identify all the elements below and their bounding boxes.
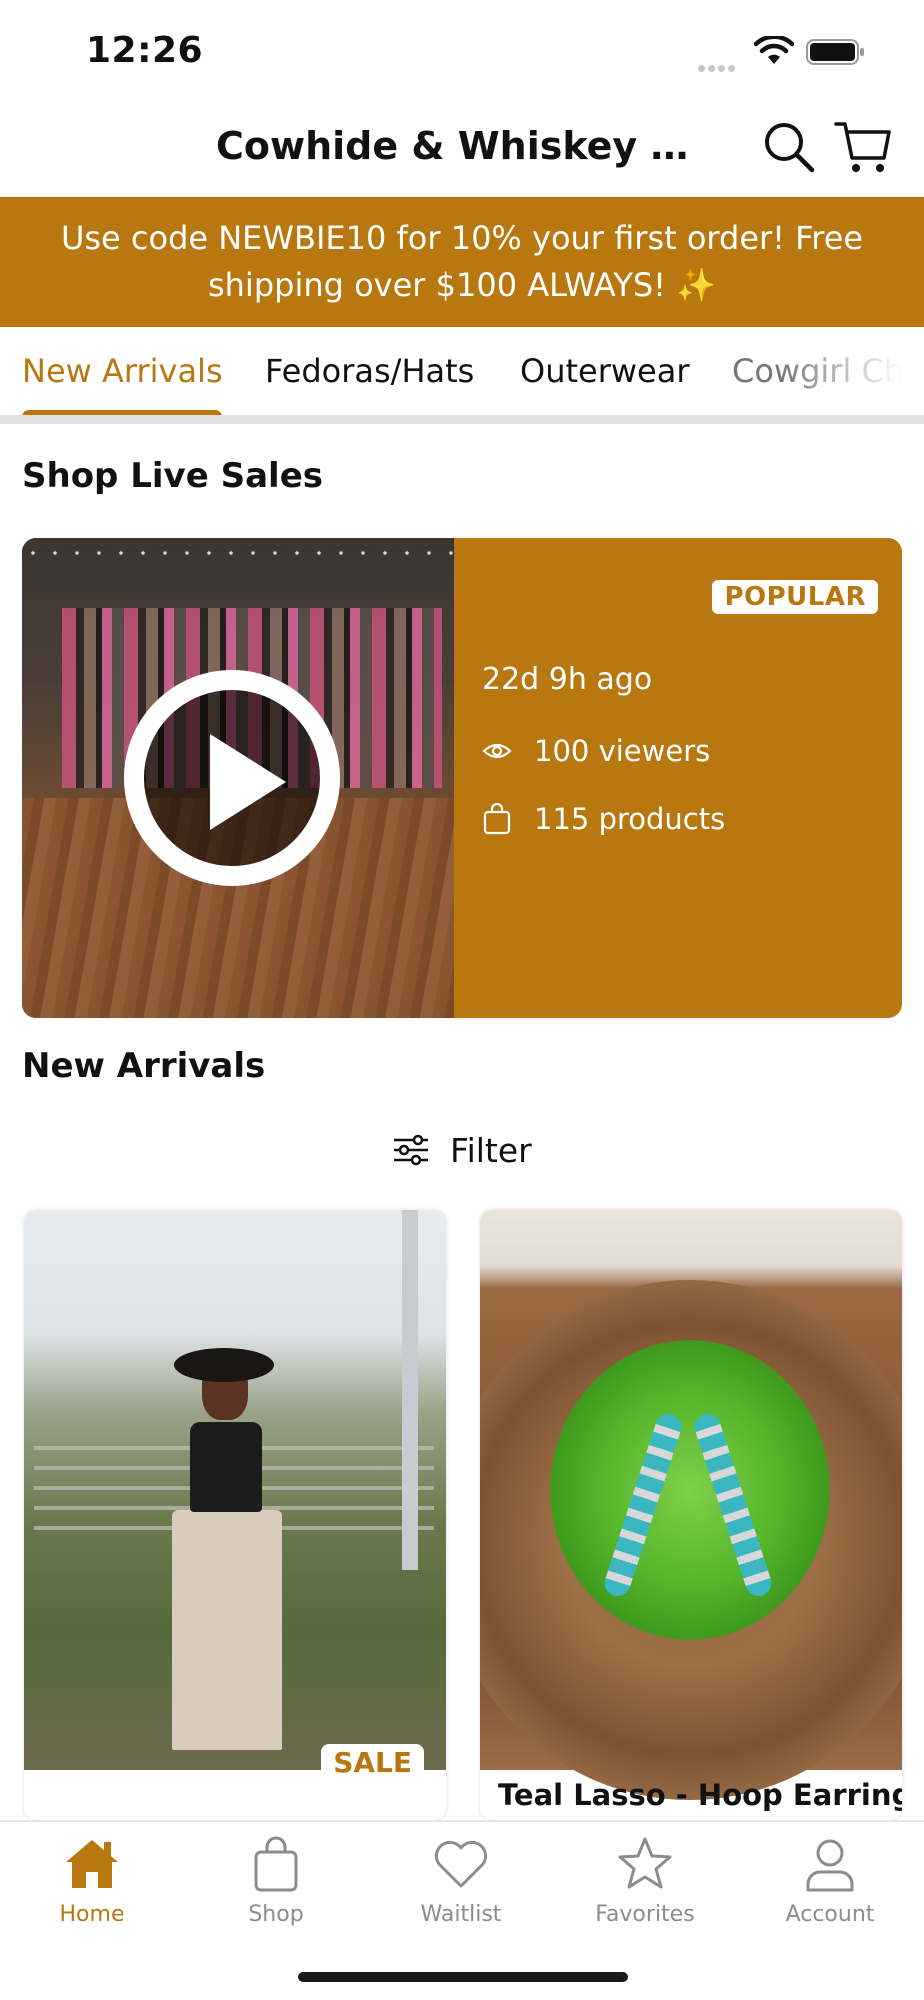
filter-label: Filter — [450, 1130, 532, 1170]
tabbar-account[interactable]: Account — [755, 1834, 905, 1927]
product-card[interactable]: SALE — [24, 1210, 446, 1820]
battery-icon — [806, 39, 864, 65]
play-icon[interactable] — [124, 670, 340, 886]
star-icon — [618, 1837, 672, 1889]
tab-fedoras-hats[interactable]: Fedoras/Hats — [265, 352, 474, 390]
tabbar-waitlist[interactable]: Waitlist — [386, 1834, 536, 1927]
tabbar-account-label: Account — [785, 1902, 875, 1927]
filter-sliders-icon — [394, 1134, 428, 1166]
live-sale-thumbnail — [22, 538, 454, 1018]
home-icon — [66, 1840, 118, 1888]
search-icon[interactable] — [762, 120, 816, 174]
tabbar-home-label: Home — [59, 1902, 125, 1927]
products-count: 115 products — [534, 802, 726, 836]
tab-outerwear[interactable]: Outerwear — [520, 352, 689, 390]
home-indicator — [298, 1972, 628, 1982]
product-image — [480, 1210, 902, 1800]
products-row: 115 products — [482, 802, 725, 836]
heart-icon — [434, 1840, 488, 1888]
product-card[interactable]: Teal Lasso - Hoop Earrings — [480, 1210, 902, 1820]
tabbar-favorites[interactable]: Favorites — [570, 1834, 720, 1927]
app-header: Cowhide & Whiskey Bou... — [0, 110, 924, 196]
wifi-icon — [754, 36, 794, 64]
cellular-signal-icon — [698, 57, 742, 72]
new-arrivals-heading: New Arrivals — [22, 1046, 266, 1086]
status-time: 12:26 — [86, 30, 204, 71]
category-tabs: New Arrivals Fedoras/Hats Outerwear Cowg… — [0, 328, 924, 424]
tabbar-shop-label: Shop — [248, 1902, 304, 1927]
tabbar-favorites-label: Favorites — [595, 1902, 695, 1927]
bag-icon — [254, 1836, 298, 1892]
person-icon — [806, 1839, 854, 1892]
product-image — [24, 1210, 446, 1770]
popular-badge: POPULAR — [712, 580, 878, 614]
status-bar: 12:26 — [0, 0, 924, 100]
tab-scroll-fade — [780, 328, 924, 414]
eye-icon — [482, 743, 512, 759]
tabbar-waitlist-label: Waitlist — [420, 1902, 502, 1927]
viewers-count: 100 viewers — [534, 734, 711, 768]
tabbar-shop[interactable]: Shop — [201, 1834, 351, 1927]
live-sale-card[interactable]: POPULAR 22d 9h ago 100 viewers 115 produ… — [22, 538, 902, 1018]
viewers-row: 100 viewers — [482, 734, 710, 768]
product-title: Teal Lasso - Hoop Earrings — [498, 1778, 902, 1812]
promo-text: Use code NEWBIE10 for 10% your first ord… — [60, 219, 864, 304]
filter-button[interactable]: Filter — [392, 1126, 532, 1174]
bag-icon — [483, 803, 511, 835]
live-sales-heading: Shop Live Sales — [22, 456, 323, 496]
tabbar-home[interactable]: Home — [17, 1834, 167, 1927]
store-title: Cowhide & Whiskey Bou... — [216, 124, 716, 168]
sale-badge: SALE — [321, 1744, 424, 1781]
promo-banner[interactable]: Use code NEWBIE10 for 10% your first ord… — [0, 197, 924, 327]
tab-new-arrivals[interactable]: New Arrivals — [22, 352, 223, 390]
cart-icon[interactable] — [834, 118, 892, 176]
live-time-ago: 22d 9h ago — [482, 662, 653, 697]
active-tab-indicator — [22, 410, 222, 415]
